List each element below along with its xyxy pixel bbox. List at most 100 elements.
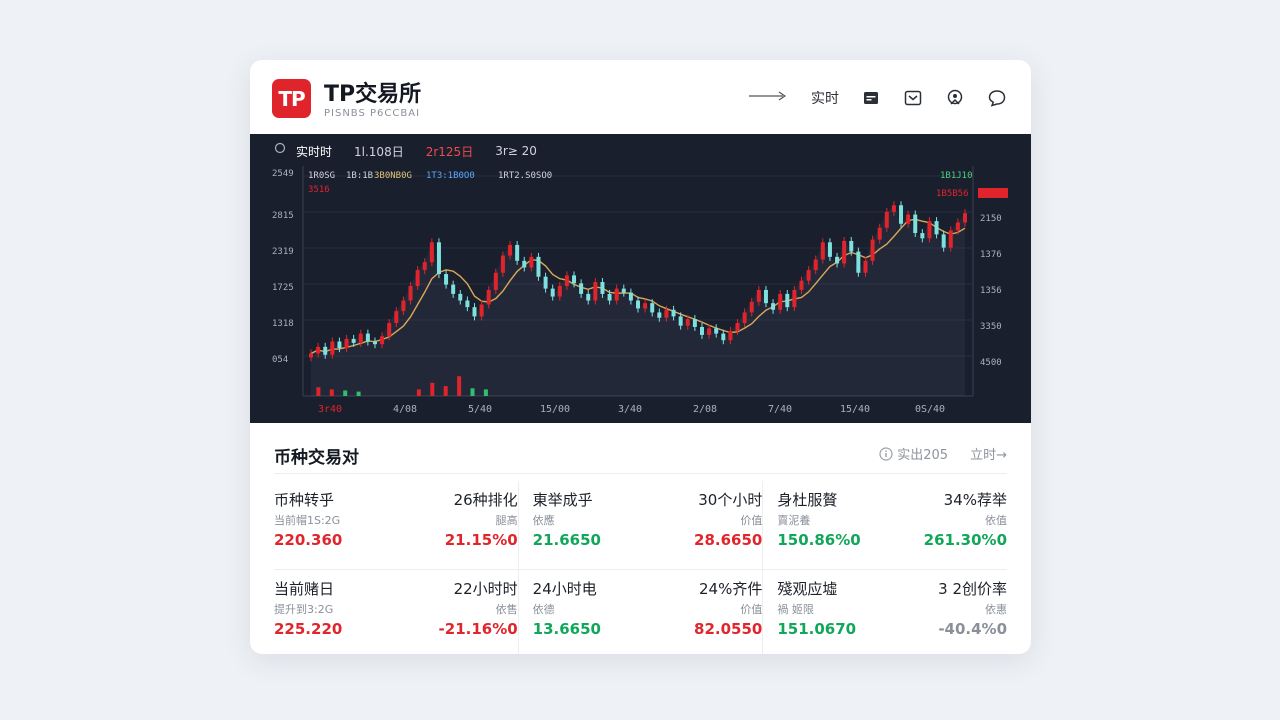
y-tick-label: 1725: [272, 283, 294, 293]
y-tick-label: 2549: [272, 169, 294, 179]
candle: [344, 338, 349, 349]
stat-label: 30个小时: [698, 491, 763, 509]
section-actions: 实出205 立时→: [879, 444, 1007, 463]
legend-label: 3B0NB0G: [374, 171, 412, 181]
volume-bar: [470, 388, 475, 396]
candle: [906, 214, 911, 224]
y-tick-label: 1376: [980, 250, 1002, 260]
candle: [742, 312, 747, 324]
volume-bar: [356, 391, 361, 396]
volume-bar: [457, 376, 462, 396]
candle: [337, 341, 342, 349]
candle: [309, 353, 313, 358]
candle: [458, 293, 463, 301]
candle: [657, 312, 662, 318]
user-icon[interactable]: [945, 88, 965, 108]
stat-label: 34%荐举: [943, 491, 1008, 509]
legend-label: 1R0SG: [308, 171, 335, 181]
candle: [387, 323, 392, 337]
candle: [436, 242, 441, 275]
candle: [365, 333, 370, 342]
volume-bar: [416, 389, 421, 396]
stat-label: 24%齐件: [699, 580, 763, 598]
candle: [934, 221, 939, 235]
candle: [877, 227, 882, 240]
candle: [564, 275, 569, 286]
candle: [863, 260, 868, 273]
arrow-right-icon[interactable]: [749, 90, 789, 106]
stat-value: 151.0670: [777, 620, 857, 638]
realtime-link[interactable]: 实时: [811, 88, 839, 108]
candle: [849, 240, 854, 252]
x-tick-label: 5/40: [468, 404, 492, 415]
stat-label: 26种排化: [453, 491, 518, 509]
candle: [735, 323, 740, 331]
candle: [763, 289, 768, 304]
y-tick-label: 2319: [272, 247, 294, 257]
stats-grid: 币种转乎 当前帽1S:2G 220.360 26种排化 腿高 21.15%0 東举成乎依…: [274, 481, 1007, 654]
candle: [955, 222, 960, 231]
candle: [671, 309, 676, 317]
candle: [358, 333, 363, 343]
x-tick-label: 3/40: [618, 404, 642, 415]
stat-sub: 依應: [532, 514, 555, 527]
section-more-link[interactable]: 立时→: [970, 444, 1007, 463]
candle: [891, 205, 896, 212]
chat-icon[interactable]: [987, 88, 1007, 108]
y-tick-label: 4500: [980, 358, 1002, 368]
candle: [813, 259, 818, 271]
candle: [884, 211, 889, 228]
y-tick-label: 2150: [980, 214, 1002, 224]
stat-label: 身杜服贅: [777, 491, 838, 509]
inbox-icon[interactable]: [903, 88, 923, 108]
candle: [500, 255, 505, 273]
volume-bar: [483, 389, 488, 396]
price-chart[interactable]: 实时时 1l.108日 2r125日 3r≥ 20 1R0SG 1B:1B 3B0N…: [250, 134, 1031, 423]
candle: [444, 274, 449, 285]
candle: [899, 205, 904, 224]
logo-text: TP: [278, 86, 305, 111]
candle: [643, 303, 648, 309]
candle: [778, 293, 783, 310]
volume-bar: [430, 382, 435, 396]
stat-sub: 提升到3:2G: [274, 603, 334, 616]
section-filter[interactable]: 实出205: [879, 444, 948, 463]
volume-bar: [316, 387, 321, 396]
candle: [593, 282, 598, 301]
candle: [323, 346, 328, 355]
candle: [714, 328, 719, 334]
volume-bar: [329, 389, 334, 396]
candlestick-plot: 1R0SG 1B:1B 3B0NB0G 1T3:1B0O0 1RT2.S0SO0 3516…: [272, 166, 1008, 415]
app-logo[interactable]: TP: [272, 79, 311, 118]
candle: [479, 304, 484, 317]
stat-label: 当前赌日: [274, 580, 335, 598]
legend-label: 1B:1B: [346, 171, 373, 181]
candle: [827, 242, 832, 257]
candle: [628, 292, 633, 301]
candle: [600, 282, 605, 294]
stat-cell[interactable]: 殘观应墟禍 姬限 151.0670 3 2创价率 依惠 -40.4%0: [762, 570, 1007, 654]
candle: [607, 293, 612, 301]
candle: [493, 272, 498, 290]
stat-label: 22小时时: [453, 580, 518, 598]
card-icon[interactable]: [861, 88, 881, 108]
candle: [408, 285, 413, 301]
stat-cell[interactable]: 当前赌日 提升到3:2G 225.220 22小时时 依售 -21.16%0: [274, 570, 518, 654]
candle: [572, 275, 577, 284]
stat-value: 82.0550: [694, 620, 763, 638]
candle: [316, 346, 321, 354]
candle: [771, 303, 776, 310]
candle: [756, 289, 761, 302]
stat-cell[interactable]: 24小时电 依德 13.6650 24%齐件 价值 82.0550: [517, 570, 763, 654]
candle: [543, 276, 548, 289]
stat-cell[interactable]: 東举成乎 依應 21.6650 30个小时 价值 28.6650: [517, 481, 763, 569]
stat-cell[interactable]: 身杜服贅 賣泥養 150.86%0 34%荐举 依值 261.30%0: [762, 481, 1007, 569]
candle: [941, 234, 946, 248]
candle: [330, 341, 335, 355]
stat-value: 225.220: [274, 620, 343, 638]
candle: [842, 240, 847, 264]
candle: [870, 239, 875, 261]
stat-cell[interactable]: 币种转乎 当前帽1S:2G 220.360 26种排化 腿高 21.15%0: [274, 481, 518, 569]
right-legend: 1B1J10: [940, 171, 973, 181]
candle: [515, 244, 520, 261]
